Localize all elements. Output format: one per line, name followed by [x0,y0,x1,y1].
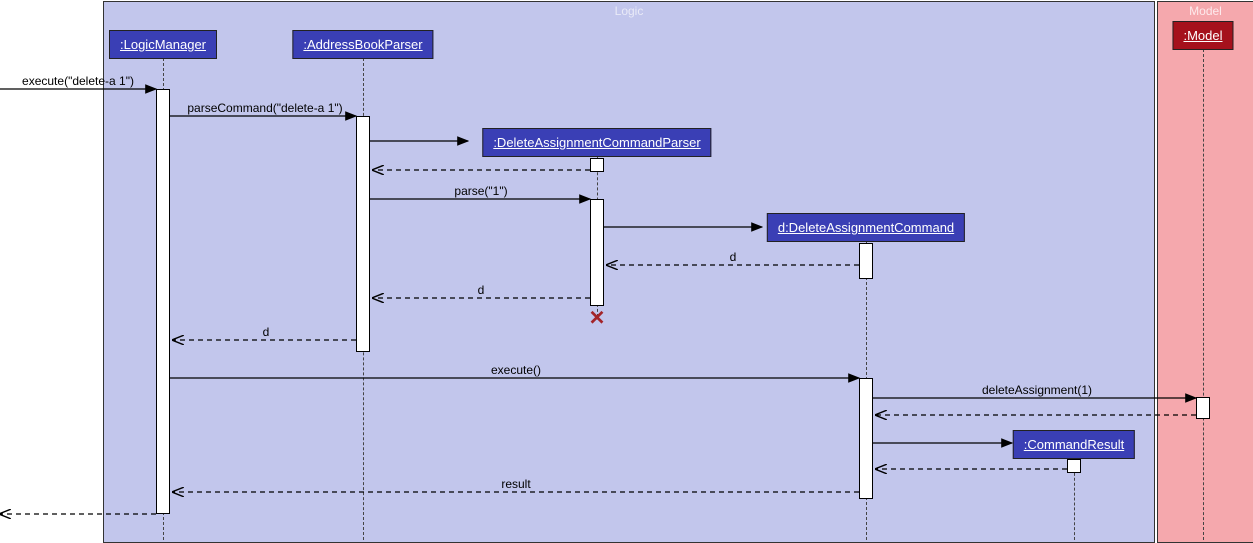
msg-d-2: d [478,283,485,297]
participant-commandresult: :CommandResult [1013,430,1135,459]
activation-addressbookparser [356,116,370,352]
activation-dacp-2 [590,199,604,306]
participant-deleteassignmentcommand: d:DeleteAssignmentCommand [767,213,965,242]
frame-logic: Logic [103,1,1155,543]
msg-result: result [501,477,530,491]
activation-model [1196,397,1210,419]
activation-commandresult [1067,459,1081,473]
msg-execute-call: execute() [491,363,541,377]
activation-dac-1 [859,243,873,279]
msg-deleteassignment: deleteAssignment(1) [982,383,1092,397]
msg-execute-in: execute("delete-a 1") [22,74,134,88]
participant-logicmanager: :LogicManager [109,30,217,59]
participant-addressbookparser: :AddressBookParser [292,30,433,59]
frame-model: Model [1157,1,1253,543]
msg-d-1: d [730,250,737,264]
frame-label-logic: Logic [615,4,644,18]
activation-dacp-1 [590,158,604,172]
participant-model: :Model [1172,21,1233,50]
activation-dac-2 [859,378,873,499]
msg-parsecommand: parseCommand("delete-a 1") [187,101,342,115]
activation-logicmanager [156,89,170,514]
lifeline-model [1203,49,1204,540]
msg-d-3: d [263,325,270,339]
participant-deleteassignmentcommandparser: :DeleteAssignmentCommandParser [482,128,711,157]
destroy-icon: ✕ [589,306,606,331]
frame-label-model: Model [1189,4,1222,18]
msg-parse: parse("1") [454,184,507,198]
